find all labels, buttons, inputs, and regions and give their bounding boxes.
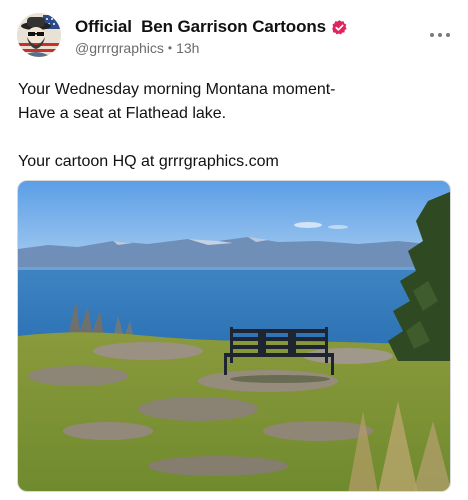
post-text-blank-line [18,126,448,150]
author-display-name[interactable]: Official Ben Garrison Cartoons [75,17,326,37]
meta-separator: • [167,41,173,55]
avatar[interactable] [17,13,61,57]
post-text: Your Wednesday morning Montana moment- H… [18,78,448,174]
lake-bench-photo [18,181,450,491]
more-dot-icon [438,33,442,37]
author-handle[interactable]: @grrrgraphics [75,40,164,56]
more-dot-icon [430,33,434,37]
post-text-line: Have a seat at Flathead lake. [18,105,227,122]
post-timestamp[interactable]: 13h [176,40,199,56]
verified-badge-icon [331,19,348,36]
author-info: Official Ben Garrison Cartoons @grrrgrap… [75,16,418,56]
post-text-line: Your Wednesday morning Montana moment- [18,81,336,98]
author-meta: @grrrgraphics • 13h [75,40,418,56]
post-photo[interactable] [17,180,451,492]
post-card: Official Ben Garrison Cartoons @grrrgrap… [0,0,468,500]
author-name-row: Official Ben Garrison Cartoons [75,16,418,38]
avatar-icon [17,13,61,57]
post-text-line: Your cartoon HQ at grrrgraphics.com [18,153,279,170]
more-dot-icon [446,33,450,37]
more-options-button[interactable] [426,26,454,44]
